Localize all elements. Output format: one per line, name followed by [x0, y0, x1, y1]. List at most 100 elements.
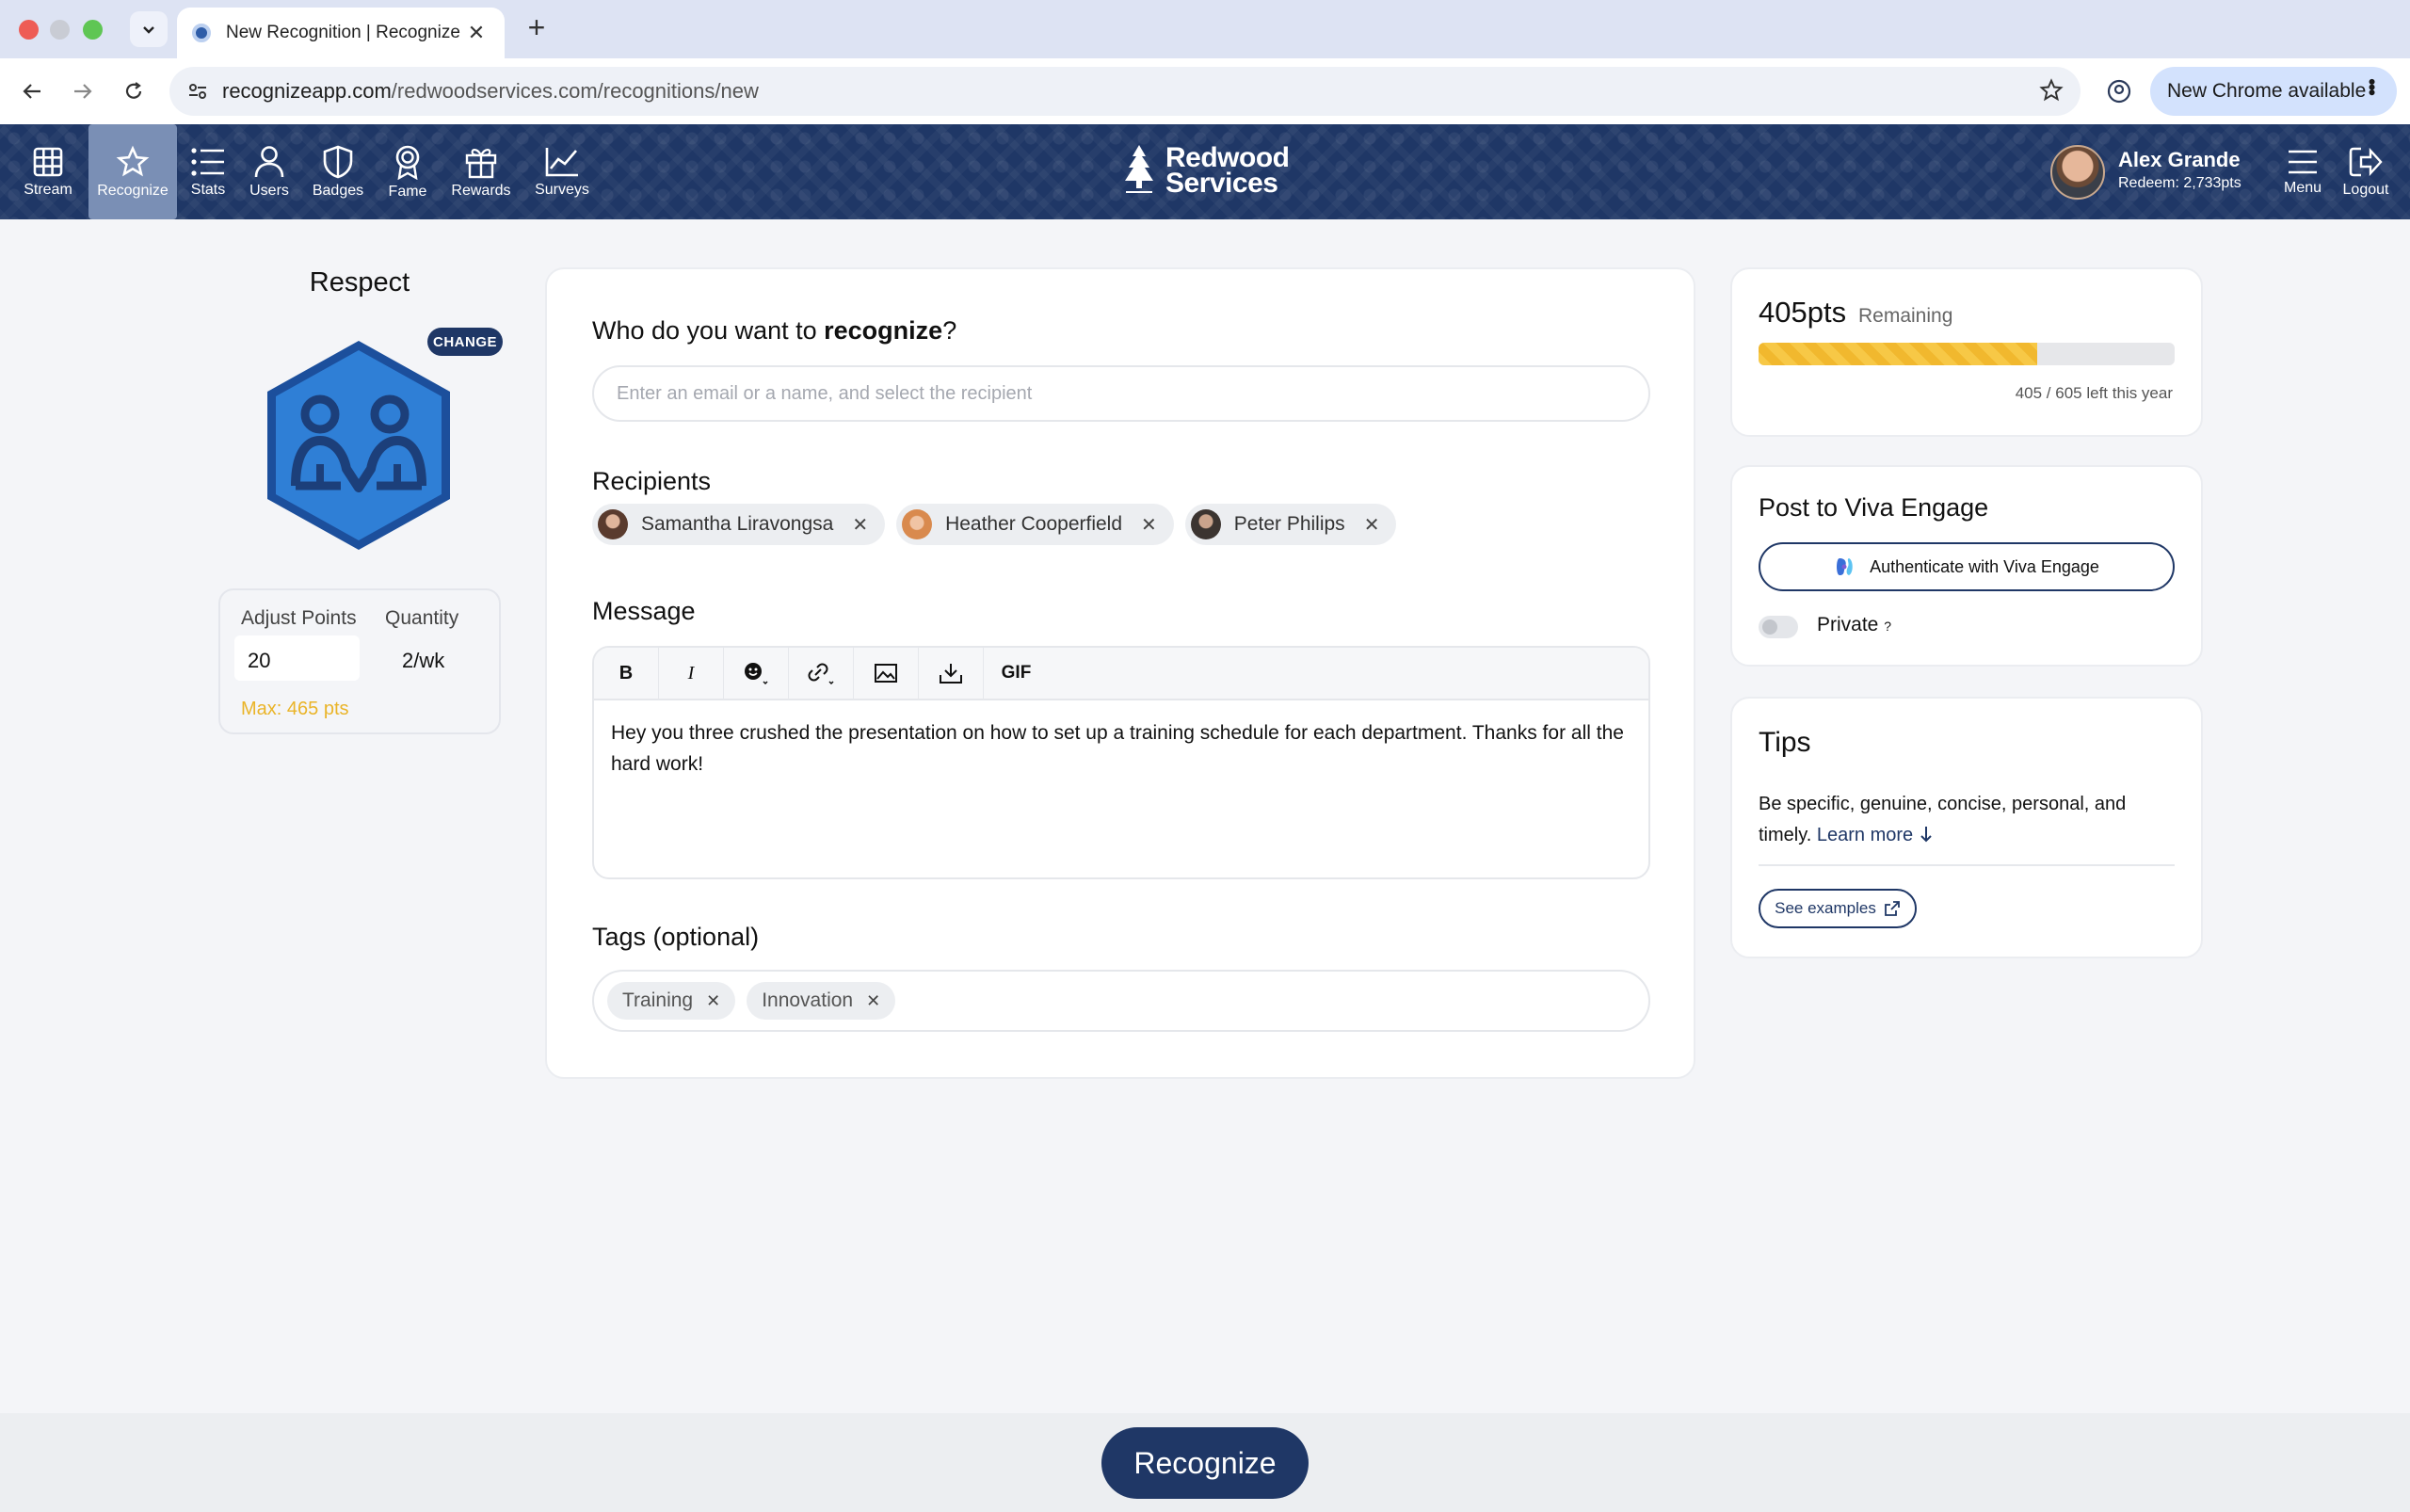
image-button[interactable]	[854, 648, 919, 700]
star-icon	[116, 145, 150, 176]
recognize-submit-button[interactable]: Recognize	[1101, 1427, 1309, 1499]
recipients-label: Recipients	[592, 467, 712, 495]
chrome-update-button[interactable]: New Chrome available •••	[2150, 67, 2397, 116]
emoji-icon	[745, 663, 768, 685]
tag-chip[interactable]: Innovation ✕	[747, 982, 896, 1020]
change-badge-button[interactable]: CHANGE	[427, 328, 503, 356]
tag-label: Innovation	[762, 989, 854, 1011]
adjust-points-input[interactable]: 20	[234, 635, 360, 681]
tags-input[interactable]: Training ✕ Innovation ✕	[592, 970, 1650, 1032]
nav-stats[interactable]: Stats	[185, 124, 232, 219]
recipient-chip[interactable]: Samantha Liravongsa ✕	[592, 504, 886, 545]
brand-logo[interactable]: Redwood Services	[1120, 143, 1290, 198]
gif-button[interactable]: GIF	[984, 648, 1049, 700]
see-examples-label: See examples	[1775, 899, 1876, 917]
window-maximize-button[interactable]	[83, 20, 103, 40]
menu-button[interactable]: Menu	[2280, 124, 2325, 219]
avatar	[598, 509, 628, 539]
recipient-chip[interactable]: Heather Cooperfield ✕	[896, 504, 1174, 545]
avatar[interactable]	[2050, 145, 2105, 200]
nav-badges[interactable]: Badges	[307, 124, 369, 219]
bookmark-star-icon[interactable]	[2039, 78, 2064, 107]
insert-button[interactable]	[919, 648, 984, 700]
bold-button[interactable]: B	[594, 648, 659, 700]
nav-surveys[interactable]: Surveys	[529, 124, 595, 219]
new-tab-button[interactable]: +	[520, 11, 554, 45]
recipient-search-input[interactable]: Enter an email or a name, and select the…	[592, 365, 1650, 422]
profile-button[interactable]	[2101, 73, 2137, 109]
address-bar[interactable]: recognizeapp.com/redwoodservices.com/rec…	[169, 67, 2081, 116]
more-vert-icon[interactable]: •••	[2359, 78, 2384, 94]
private-help-icon[interactable]: ?	[1884, 619, 1891, 634]
authenticate-viva-button[interactable]: Authenticate with Viva Engage	[1759, 542, 2175, 591]
respect-badge-icon	[267, 341, 450, 550]
tips-divider	[1759, 864, 2175, 866]
nav-stream-label: Stream	[24, 181, 72, 198]
brand-line-1: Redwood	[1165, 142, 1290, 173]
user-redeem-points[interactable]: Redeem: 2,733pts	[2118, 175, 2241, 192]
nav-fame-label: Fame	[388, 183, 427, 200]
tab-title: New Recognition | Recognize	[226, 23, 460, 42]
logout-button[interactable]: Logout	[2338, 124, 2393, 219]
message-label: Message	[592, 597, 696, 625]
window-close-button[interactable]	[19, 20, 39, 40]
tips-title: Tips	[1759, 727, 1811, 758]
emoji-button[interactable]	[724, 648, 789, 700]
url-host: recognizeapp.com	[222, 79, 392, 103]
nav-rewards[interactable]: Rewards	[444, 124, 518, 219]
badge-image[interactable]	[262, 337, 456, 554]
nav-users[interactable]: Users	[243, 124, 296, 219]
site-settings-icon[interactable]	[173, 67, 222, 116]
nav-recognize[interactable]: Recognize	[88, 124, 177, 219]
browser-tab[interactable]: New Recognition | Recognize ✕	[177, 8, 505, 58]
max-points-label: Max: 465 pts	[241, 699, 349, 719]
nav-stream[interactable]: Stream	[11, 124, 85, 219]
points-remaining-card: 405pts Remaining 405 / 605 left this yea…	[1730, 267, 2203, 437]
link-button[interactable]	[789, 648, 854, 700]
viva-engage-card: Post to Viva Engage Authenticate with Vi…	[1730, 465, 2203, 667]
recipient-chip[interactable]: Peter Philips ✕	[1184, 504, 1397, 545]
shield-icon	[323, 145, 353, 178]
tips-body: Be specific, genuine, concise, personal,…	[1759, 789, 2182, 851]
user-name[interactable]: Alex Grande	[2118, 148, 2241, 172]
private-label-text: Private	[1817, 614, 1879, 635]
recipient-name: Peter Philips	[1233, 513, 1345, 535]
image-icon	[875, 664, 897, 683]
remove-icon[interactable]: ✕	[1141, 513, 1157, 537]
arrow-down-icon	[1920, 827, 1932, 843]
learn-more-link[interactable]: Learn more	[1817, 825, 1934, 845]
tab-close-icon[interactable]: ✕	[463, 21, 490, 45]
remove-icon[interactable]: ✕	[852, 513, 868, 537]
viva-engage-icon	[1837, 558, 1853, 575]
see-examples-button[interactable]: See examples	[1759, 889, 1917, 928]
forward-button[interactable]	[66, 74, 100, 108]
logout-label: Logout	[2342, 181, 2389, 198]
remove-icon[interactable]: ✕	[1364, 513, 1380, 537]
private-label: Private ?	[1817, 614, 1891, 636]
adjust-points-label: Adjust Points	[241, 607, 357, 629]
message-text[interactable]: Hey you three crushed the presentation o…	[594, 700, 1648, 796]
reload-button[interactable]	[117, 74, 151, 108]
nav-recognize-label: Recognize	[97, 182, 169, 199]
remove-icon[interactable]: ✕	[706, 991, 720, 1011]
tab-search-button[interactable]	[130, 11, 168, 47]
remove-icon[interactable]: ✕	[866, 991, 880, 1011]
nav-fame[interactable]: Fame	[380, 124, 435, 219]
private-toggle[interactable]	[1759, 616, 1798, 638]
chart-line-icon	[545, 147, 578, 176]
chevron-down-icon	[143, 26, 154, 34]
tips-text: Be specific, genuine, concise, personal,…	[1759, 794, 2127, 845]
nav-badges-label: Badges	[312, 182, 364, 199]
tag-chip[interactable]: Training ✕	[607, 982, 736, 1020]
download-icon	[940, 664, 962, 684]
back-button[interactable]	[15, 74, 49, 108]
message-editor[interactable]: B I GIF Hey you three crushed the presen…	[592, 646, 1650, 879]
points-note: 405 / 605 left this year	[2015, 384, 2173, 402]
recognition-form-card: Who do you want to recognize? Enter an e…	[545, 267, 1695, 1079]
window-minimize-button[interactable]	[50, 20, 70, 40]
tree-icon	[1125, 145, 1153, 193]
authenticate-viva-label: Authenticate with Viva Engage	[1870, 556, 2099, 576]
recipient-name: Samantha Liravongsa	[641, 513, 834, 535]
award-icon	[395, 145, 420, 180]
italic-button[interactable]: I	[659, 648, 724, 700]
